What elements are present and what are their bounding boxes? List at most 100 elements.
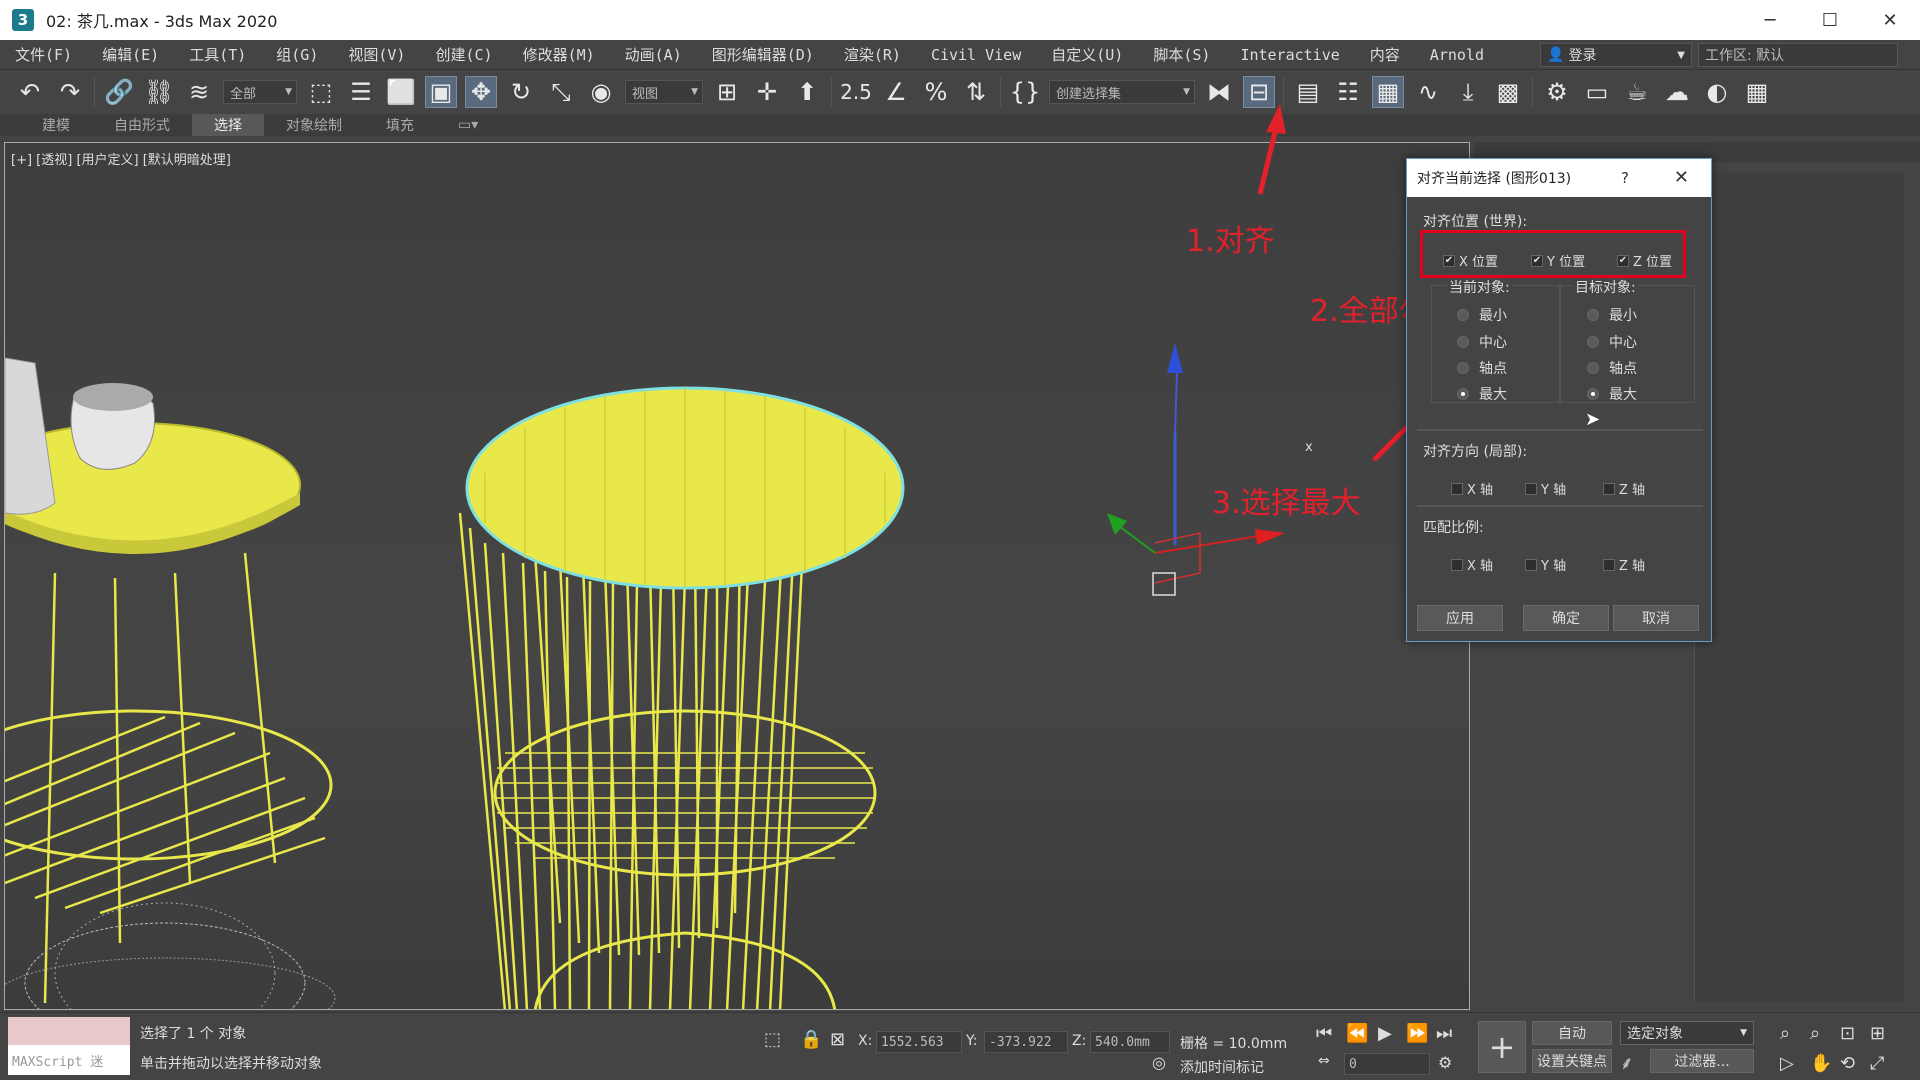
window-crossing-icon[interactable]: ▣ bbox=[425, 76, 457, 108]
select-manipulate-icon[interactable]: ✛ bbox=[751, 76, 783, 108]
orient-y-checkbox[interactable]: Y 轴 bbox=[1525, 479, 1566, 498]
scale-z-checkbox[interactable]: Z 轴 bbox=[1603, 555, 1645, 574]
reference-coordinate-dropdown[interactable]: 视图 ▼ bbox=[625, 80, 703, 104]
undo-icon[interactable]: ↶ bbox=[14, 76, 46, 108]
auto-key-button[interactable]: 自动 bbox=[1532, 1021, 1612, 1045]
menu-file[interactable]: 文件(F) bbox=[0, 44, 87, 65]
menu-scripting[interactable]: 脚本(S) bbox=[1138, 44, 1225, 65]
add-time-tag-icon[interactable]: ◎ bbox=[1152, 1053, 1166, 1072]
go-to-start-icon[interactable]: ⏮ bbox=[1316, 1023, 1332, 1044]
current-min-radio[interactable]: 最小 bbox=[1457, 305, 1507, 325]
target-center-radio[interactable]: 中心 bbox=[1587, 332, 1637, 352]
maximize-viewport-icon[interactable]: ⤢ bbox=[1870, 1053, 1884, 1074]
new-key-icon[interactable]: + bbox=[1478, 1021, 1526, 1073]
field-of-view-icon[interactable]: ▷ bbox=[1780, 1053, 1794, 1074]
login-dropdown[interactable]: 👤 登录 ▼ bbox=[1540, 43, 1692, 67]
next-frame-icon[interactable]: ⏩ bbox=[1406, 1023, 1428, 1044]
angle-snap-icon[interactable]: ∠ bbox=[880, 76, 912, 108]
select-and-move-icon[interactable]: ✥ bbox=[465, 76, 497, 108]
grid-icon[interactable]: ▦ bbox=[1741, 76, 1773, 108]
selected-object-dropdown[interactable]: 选定对象 ▼ bbox=[1620, 1021, 1754, 1045]
viewport-label[interactable]: [+] [透视] [用户定义] [默认明暗处理] bbox=[11, 149, 231, 168]
render-production-icon[interactable]: ☕ bbox=[1621, 76, 1653, 108]
redo-icon[interactable]: ↷ bbox=[54, 76, 86, 108]
rectangular-selection-icon[interactable]: ⬜ bbox=[385, 76, 417, 108]
play-icon[interactable]: ▶ bbox=[1378, 1023, 1392, 1044]
tab-object-paint[interactable]: 对象绘制 bbox=[264, 114, 364, 136]
cancel-button[interactable]: 取消 bbox=[1613, 605, 1699, 631]
minimize-button[interactable]: ─ bbox=[1740, 0, 1800, 40]
menu-animation[interactable]: 动画(A) bbox=[610, 44, 697, 65]
unlink-icon[interactable]: ⛓ bbox=[143, 76, 175, 108]
previous-frame-icon[interactable]: ⏪ bbox=[1346, 1023, 1368, 1044]
a360-gallery-icon[interactable]: ◐ bbox=[1701, 76, 1733, 108]
orient-x-checkbox[interactable]: X 轴 bbox=[1451, 479, 1493, 498]
menu-graph-editors[interactable]: 图形编辑器(D) bbox=[697, 44, 829, 65]
menu-customize[interactable]: 自定义(U) bbox=[1036, 44, 1138, 65]
rendered-frame-window-icon[interactable]: ▭ bbox=[1581, 76, 1613, 108]
y-coord-field[interactable]: -373.922 bbox=[984, 1031, 1068, 1053]
add-time-tag[interactable]: 添加时间标记 bbox=[1180, 1057, 1264, 1077]
key-tangent-icon[interactable]: ⸙ bbox=[1620, 1051, 1634, 1075]
tab-modeling[interactable]: 建模 bbox=[20, 114, 92, 136]
zoom-extents-all-icon[interactable]: ⊞ bbox=[1870, 1023, 1885, 1044]
current-frame-field[interactable]: 0 bbox=[1344, 1053, 1430, 1075]
key-mode-icon[interactable]: ⇔ bbox=[1318, 1053, 1330, 1069]
menu-create[interactable]: 创建(C) bbox=[420, 44, 507, 65]
set-key-button[interactable]: 设置关键点 bbox=[1532, 1049, 1612, 1073]
menu-civil-view[interactable]: Civil View bbox=[916, 46, 1036, 64]
menu-edit[interactable]: 编辑(E) bbox=[87, 44, 174, 65]
render-setup-icon[interactable]: ⚙ bbox=[1541, 76, 1573, 108]
menu-group[interactable]: 组(G) bbox=[261, 44, 333, 65]
align-icon[interactable]: ⊟ bbox=[1243, 76, 1275, 108]
absolute-mode-icon[interactable]: ⊠ bbox=[830, 1029, 845, 1050]
transform-gizmo[interactable]: x bbox=[1107, 343, 1313, 596]
curve-editor-icon[interactable]: ∿ bbox=[1412, 76, 1444, 108]
x-coord-field[interactable]: 1552.563 bbox=[876, 1031, 962, 1053]
scale-y-checkbox[interactable]: Y 轴 bbox=[1525, 555, 1566, 574]
zoom-extents-icon[interactable]: ⊡ bbox=[1840, 1023, 1855, 1044]
close-window-button[interactable]: ✕ bbox=[1860, 0, 1920, 40]
select-and-rotate-icon[interactable]: ↻ bbox=[505, 76, 537, 108]
schematic-view-icon[interactable]: ⤓ bbox=[1452, 76, 1484, 108]
lock-icon[interactable]: 🔒 bbox=[800, 1029, 822, 1050]
close-icon[interactable]: ✕ bbox=[1674, 167, 1689, 188]
isolate-selection-icon[interactable]: ⬚ bbox=[764, 1029, 781, 1050]
keyboard-shortcut-icon[interactable]: ⬆ bbox=[791, 76, 823, 108]
apply-button[interactable]: 应用 bbox=[1417, 605, 1503, 631]
target-min-radio[interactable]: 最小 bbox=[1587, 305, 1637, 325]
target-pivot-radio[interactable]: 轴点 bbox=[1587, 358, 1637, 378]
toggle-ribbon-icon[interactable]: ▦ bbox=[1372, 76, 1404, 108]
workspace-dropdown[interactable]: 工作区: 默认 bbox=[1698, 43, 1898, 67]
z-coord-field[interactable]: 540.0mm bbox=[1090, 1031, 1170, 1053]
selection-filter-dropdown[interactable]: 全部 ▼ bbox=[223, 80, 297, 104]
select-by-name-icon[interactable]: ☰ bbox=[345, 76, 377, 108]
snap-toggle-icon[interactable]: 2.5 bbox=[840, 76, 872, 108]
pan-icon[interactable]: ✋ bbox=[1810, 1053, 1832, 1074]
mirror-icon[interactable]: ⧓ bbox=[1203, 76, 1235, 108]
toggle-scene-explorer-icon[interactable]: ▤ bbox=[1292, 76, 1324, 108]
target-max-radio[interactable]: 最大 bbox=[1587, 384, 1637, 404]
current-center-radio[interactable]: 中心 bbox=[1457, 332, 1507, 352]
menu-modifiers[interactable]: 修改器(M) bbox=[508, 44, 610, 65]
zoom-icon[interactable]: ⌕ bbox=[1780, 1023, 1790, 1044]
bind-spacewarp-icon[interactable]: ≋ bbox=[183, 76, 215, 108]
select-object-icon[interactable]: ⬚ bbox=[305, 76, 337, 108]
spinner-snap-icon[interactable]: ⇅ bbox=[960, 76, 992, 108]
orient-z-checkbox[interactable]: Z 轴 bbox=[1603, 479, 1645, 498]
key-filters-button[interactable]: 过滤器... bbox=[1650, 1049, 1754, 1073]
menu-interactive[interactable]: Interactive bbox=[1225, 46, 1354, 64]
orbit-icon[interactable]: ⟲ bbox=[1840, 1053, 1855, 1074]
maxscript-listener[interactable]: MAXScript 迷 bbox=[8, 1017, 130, 1075]
ribbon-options-icon[interactable]: ▭▾ bbox=[436, 114, 500, 136]
go-to-end-icon[interactable]: ⏭ bbox=[1436, 1023, 1452, 1044]
ok-button[interactable]: 确定 bbox=[1523, 605, 1609, 631]
named-selection-set-dropdown[interactable]: 创建选择集 ▼ bbox=[1049, 80, 1195, 104]
select-and-scale-icon[interactable]: ⤡ bbox=[545, 76, 577, 108]
edit-named-selection-icon[interactable]: {} bbox=[1009, 76, 1041, 108]
scale-x-checkbox[interactable]: X 轴 bbox=[1451, 555, 1493, 574]
menu-rendering[interactable]: 渲染(R) bbox=[829, 44, 916, 65]
time-config-icon[interactable]: ⚙ bbox=[1438, 1053, 1452, 1072]
current-max-radio[interactable]: 最大 bbox=[1457, 384, 1507, 404]
tab-freeform[interactable]: 自由形式 bbox=[92, 114, 192, 136]
